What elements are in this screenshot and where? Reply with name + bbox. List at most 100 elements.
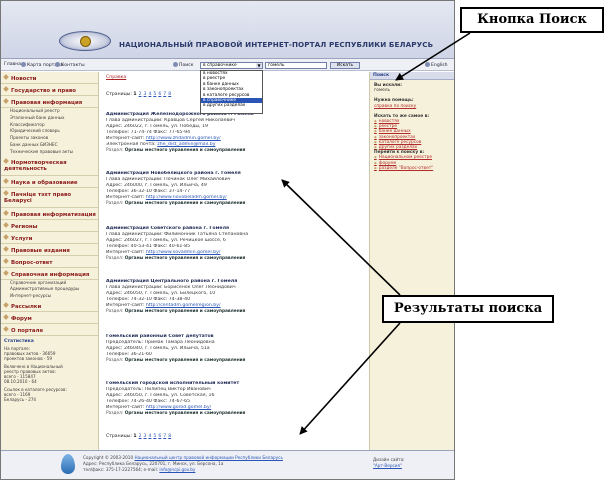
sidebar-item-label[interactable]: О портале [11, 328, 43, 334]
nav-contacts-label[interactable]: Контакты [61, 63, 85, 68]
diamond-bullet-icon [3, 269, 9, 276]
sidebar-item-label[interactable]: Пачніце тэхт право Беларусі [4, 192, 71, 204]
diamond-bullet-icon [3, 314, 9, 320]
sidebar-item-label[interactable]: Наука и образование [11, 180, 78, 186]
sidebar-item[interactable]: Форум [1, 312, 98, 324]
result-section: Раздел: Органы местного управления и сам… [106, 201, 364, 207]
sidebar-item-label[interactable]: Форум [11, 316, 32, 322]
sidebar-item[interactable]: Правовая информация [1, 96, 98, 108]
portal-logo[interactable] [59, 31, 111, 51]
sidebar-item[interactable]: Правовая информатизация [1, 208, 98, 220]
result-website-link[interactable]: http://www.novobeladm.gomel.by/ [146, 195, 227, 200]
sidebar-subitem[interactable]: Юридический словарь [1, 128, 98, 135]
callout-search-results: Результаты поиска [382, 295, 554, 323]
sidebar-item[interactable]: Нормотворческая деятельность [1, 156, 98, 176]
breadcrumb[interactable]: Справка [106, 75, 126, 80]
page-link[interactable]: 5 [153, 92, 156, 97]
sidebar-subitem[interactable]: Проекты законов [1, 135, 98, 142]
page-link[interactable]: 3 [144, 434, 147, 439]
sidebar-subitem[interactable]: Административные процедуры [1, 286, 98, 293]
sidebar-subitem[interactable]: Классификатор [1, 122, 98, 129]
sidebar-item[interactable]: Регионы [1, 220, 98, 232]
sidebar-item[interactable]: Пачніце тэхт право Беларусі [1, 188, 98, 208]
sidebar-item-label[interactable]: Нормотворческая деятельность [4, 160, 67, 172]
search-bullet-icon [173, 62, 178, 67]
result-section-name[interactable]: Органы местного управления и самоуправле… [125, 358, 246, 363]
search-scope-dropdown[interactable]: в новостях в реестре в банке данных в закон… [200, 70, 263, 114]
dropdown-option[interactable]: в других разделах [201, 103, 262, 108]
result-website-link[interactable]: http://www.sovadmin.gomel.by/ [146, 250, 221, 255]
result-website-link[interactable]: http://www.gorod.gomel.by/ [146, 405, 211, 410]
page-link[interactable]: 8 [168, 92, 171, 97]
english-label[interactable]: English [431, 63, 448, 68]
sidebar-item[interactable]: Правовые издания [1, 244, 98, 256]
sidebar-item[interactable]: О портале [1, 324, 98, 336]
sidebar-subitem[interactable]: Интернет-ресурсы [1, 293, 98, 300]
sidebar-item-label[interactable]: Вопрос-ответ [11, 260, 53, 266]
sidebar-item-label[interactable]: Регионы [11, 224, 38, 230]
sidebar-item[interactable]: Государство и право [1, 84, 98, 96]
sidebar-item[interactable]: Справочная информация [1, 268, 98, 280]
sidebar-item-label[interactable]: Новости [11, 76, 36, 82]
footer-center-link[interactable]: Национальный центр правовой информации Р… [134, 455, 282, 460]
result-section-name[interactable]: Органы местного управления и самоуправле… [125, 148, 246, 153]
sidebar-item[interactable]: Наука и образование [1, 176, 98, 188]
page-link[interactable]: 7 [163, 92, 166, 97]
sidebar-item[interactable]: Рассылки [1, 300, 98, 312]
sidebar-subitem[interactable]: Эталонный банк данных [1, 115, 98, 122]
left-sidebar: Новости Государство и право Правовая инфор… [1, 72, 99, 450]
search-scope-select[interactable]: в справочнике ▼ [200, 62, 263, 69]
chevron-down-icon[interactable]: ▼ [256, 63, 262, 68]
page-link[interactable]: 4 [148, 434, 151, 439]
page-link[interactable]: 8 [168, 434, 171, 439]
diamond-bullet-icon [3, 189, 9, 196]
sidebar-subitem[interactable]: Национальный реестр [1, 108, 98, 115]
result-website-label: Интернет-сайт: [106, 250, 145, 255]
search-input[interactable]: гомель [265, 62, 327, 69]
nav-contacts-link[interactable]: Контакты [55, 62, 85, 68]
search-panel-title: Поиск [370, 72, 454, 80]
goto-search-link[interactable]: разделе "Вопрос-ответ" [374, 166, 454, 171]
search-label-text: Поиск [179, 63, 194, 68]
page-link: 1 [133, 434, 137, 439]
footer-design-link[interactable]: "Арт-Версия" [373, 463, 405, 469]
sidebar-item[interactable]: Новости [1, 72, 98, 84]
result-section-name[interactable]: Органы местного управления и самоуправле… [125, 201, 246, 206]
result-section-name[interactable]: Органы местного управления и самоуправле… [125, 411, 246, 416]
sidebar-subitem[interactable]: Справочник организаций [1, 280, 98, 287]
page-link[interactable]: 5 [153, 434, 156, 439]
page-link[interactable]: 7 [163, 434, 166, 439]
result-section-label: Раздел: [106, 358, 124, 363]
portal-header: НАЦИОНАЛЬНЫЙ ПРАВОВОЙ ИНТЕРНЕТ-ПОРТАЛ РЕ… [1, 1, 454, 59]
page-link[interactable]: 4 [148, 92, 151, 97]
result-website-link[interactable]: http://centadm.gomelregion.by/ [146, 303, 221, 308]
diamond-bullet-icon [3, 326, 9, 332]
diamond-bullet-icon [3, 233, 9, 240]
footer-email-link[interactable]: info@ncpi.gov.by [159, 467, 195, 472]
result-website-link[interactable]: http://www.zhdadmin.gomel.by/ [146, 136, 221, 141]
page-footer: Copyright © 2003-2010 Национальный центр… [1, 450, 454, 479]
page-link[interactable]: 6 [158, 92, 161, 97]
english-link[interactable]: English [425, 62, 448, 68]
page-link[interactable]: 6 [158, 434, 161, 439]
result-section-name[interactable]: Органы местного управления и самоуправле… [125, 309, 246, 314]
diamond-bullet-icon [3, 209, 9, 216]
sidebar-item[interactable]: Услуги [1, 232, 98, 244]
sidebar-subitem[interactable]: Технические правовые акты [1, 149, 98, 156]
result-section-label: Раздел: [106, 148, 124, 153]
search-button[interactable]: Искать [330, 62, 360, 69]
page-link[interactable]: 2 [139, 92, 142, 97]
sidebar-item-label[interactable]: Правовые издания [11, 248, 70, 254]
sidebar-item-label[interactable]: Справочная информация [11, 272, 89, 278]
page-link[interactable]: 3 [144, 92, 147, 97]
sidebar-item[interactable]: Вопрос-ответ [1, 256, 98, 268]
sidebar-subitem[interactable]: Банк данных БИЗНЕС [1, 142, 98, 149]
sidebar-item-label[interactable]: Рассылки [11, 304, 41, 310]
sidebar-item-label[interactable]: Правовая информация [11, 100, 82, 106]
sidebar-item-label[interactable]: Правовая информатизация [11, 212, 96, 218]
page-link[interactable]: 2 [139, 434, 142, 439]
result-section-name[interactable]: Органы местного управления и самоуправле… [125, 256, 246, 261]
sidebar-item-label[interactable]: Услуги [11, 236, 32, 242]
sidebar-item-label[interactable]: Государство и право [11, 88, 76, 94]
result-email-link[interactable]: zhe_dist_admin@mail.by [157, 142, 215, 147]
